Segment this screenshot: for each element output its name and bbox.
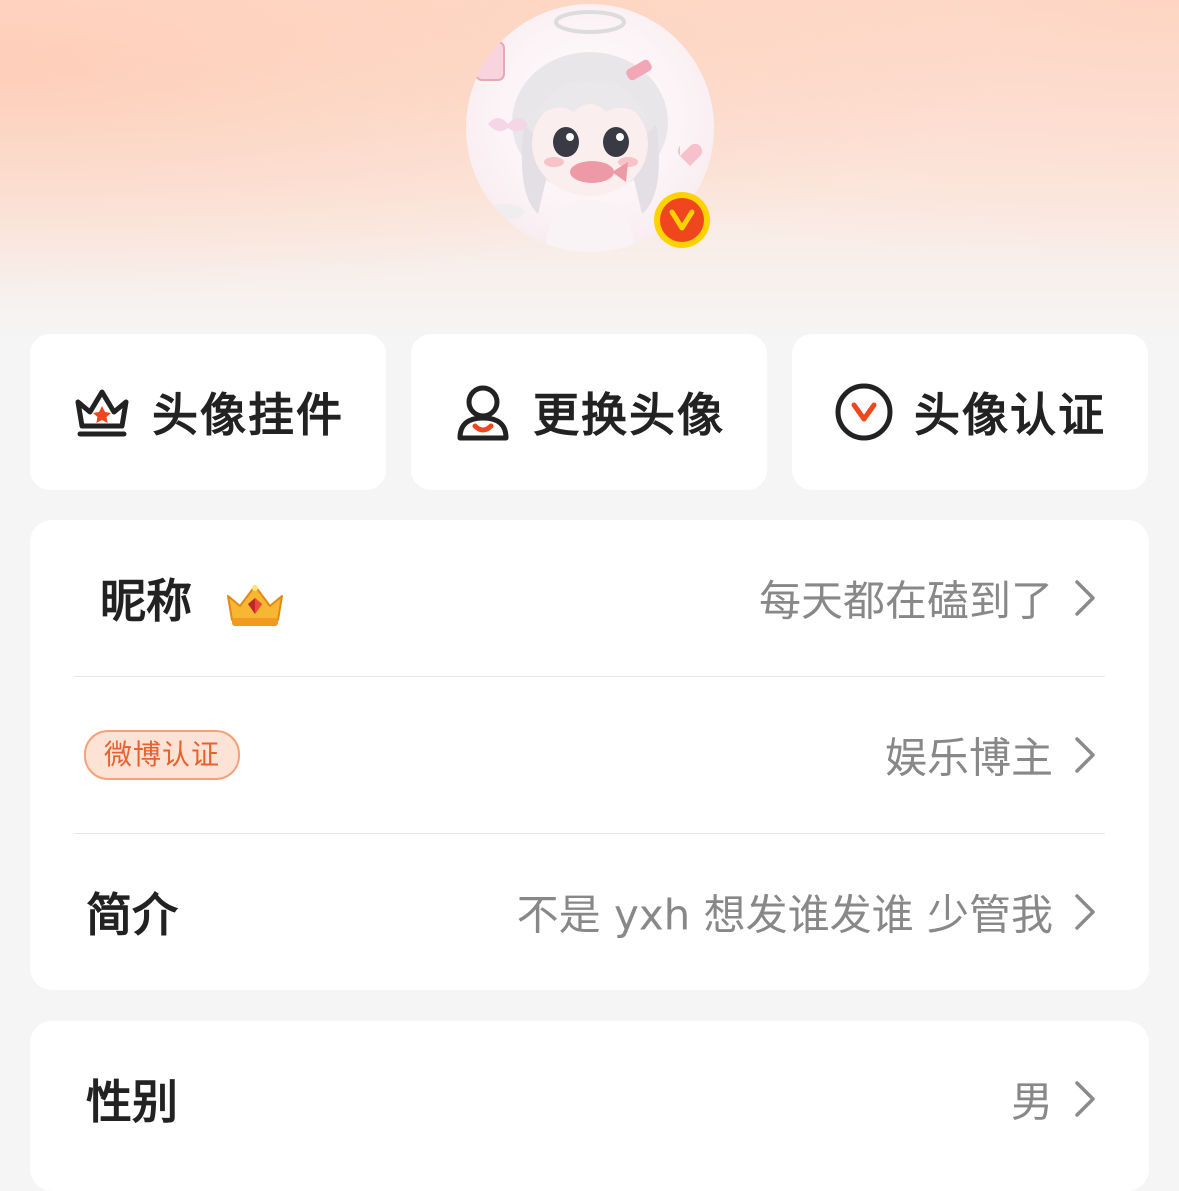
chevron-right-icon bbox=[1075, 894, 1095, 930]
chevron-right-icon bbox=[1075, 737, 1095, 773]
change-avatar-button[interactable]: 更换头像 bbox=[411, 334, 767, 490]
weibo-verify-badge: 微博认证 bbox=[84, 730, 241, 780]
nickname-value: 每天都在磕到了 bbox=[758, 576, 1053, 626]
gender-label: 性别 bbox=[86, 1075, 178, 1129]
verify-value: 娱乐博主 bbox=[884, 733, 1053, 783]
nickname-row[interactable]: 昵称 每天都在磕到了 bbox=[30, 520, 1149, 676]
bio-label: 简介 bbox=[86, 888, 178, 942]
verified-v-badge-icon bbox=[654, 192, 710, 248]
gender-row[interactable]: 性别 男 bbox=[30, 1021, 1149, 1177]
chevron-right-icon bbox=[1075, 1081, 1095, 1117]
gender-value: 男 bbox=[1010, 1077, 1053, 1127]
avatar-pendant-label: 头像挂件 bbox=[152, 388, 344, 442]
weibo-verify-row[interactable]: 微博认证 娱乐博主 bbox=[30, 677, 1149, 833]
change-avatar-label: 更换头像 bbox=[533, 388, 725, 442]
bio-row[interactable]: 简介 不是 yxh 想发谁发谁 少管我 bbox=[30, 834, 1149, 990]
v-verify-icon bbox=[834, 382, 894, 442]
avatar-verify-label: 头像认证 bbox=[914, 388, 1106, 442]
avatar-pendant-button[interactable]: 头像挂件 bbox=[30, 334, 386, 490]
nickname-label-wrap: 昵称 bbox=[100, 565, 286, 631]
nickname-label: 昵称 bbox=[100, 574, 192, 628]
avatar-verify-button[interactable]: 头像认证 bbox=[792, 334, 1148, 490]
chevron-right-icon bbox=[1075, 580, 1095, 616]
basic-info-card: 性别 男 bbox=[30, 1021, 1149, 1191]
bio-value: 不是 yxh 想发谁发谁 少管我 bbox=[516, 890, 1053, 940]
crown-pendant-icon bbox=[72, 382, 132, 442]
vip-crown-icon bbox=[227, 584, 284, 626]
person-icon bbox=[453, 382, 513, 442]
avatar-container[interactable] bbox=[466, 4, 714, 252]
profile-info-card: 昵称 每天都在磕到了 微博认证 娱乐博主 简介 不是 yxh 想发谁发谁 少管我 bbox=[30, 520, 1149, 990]
